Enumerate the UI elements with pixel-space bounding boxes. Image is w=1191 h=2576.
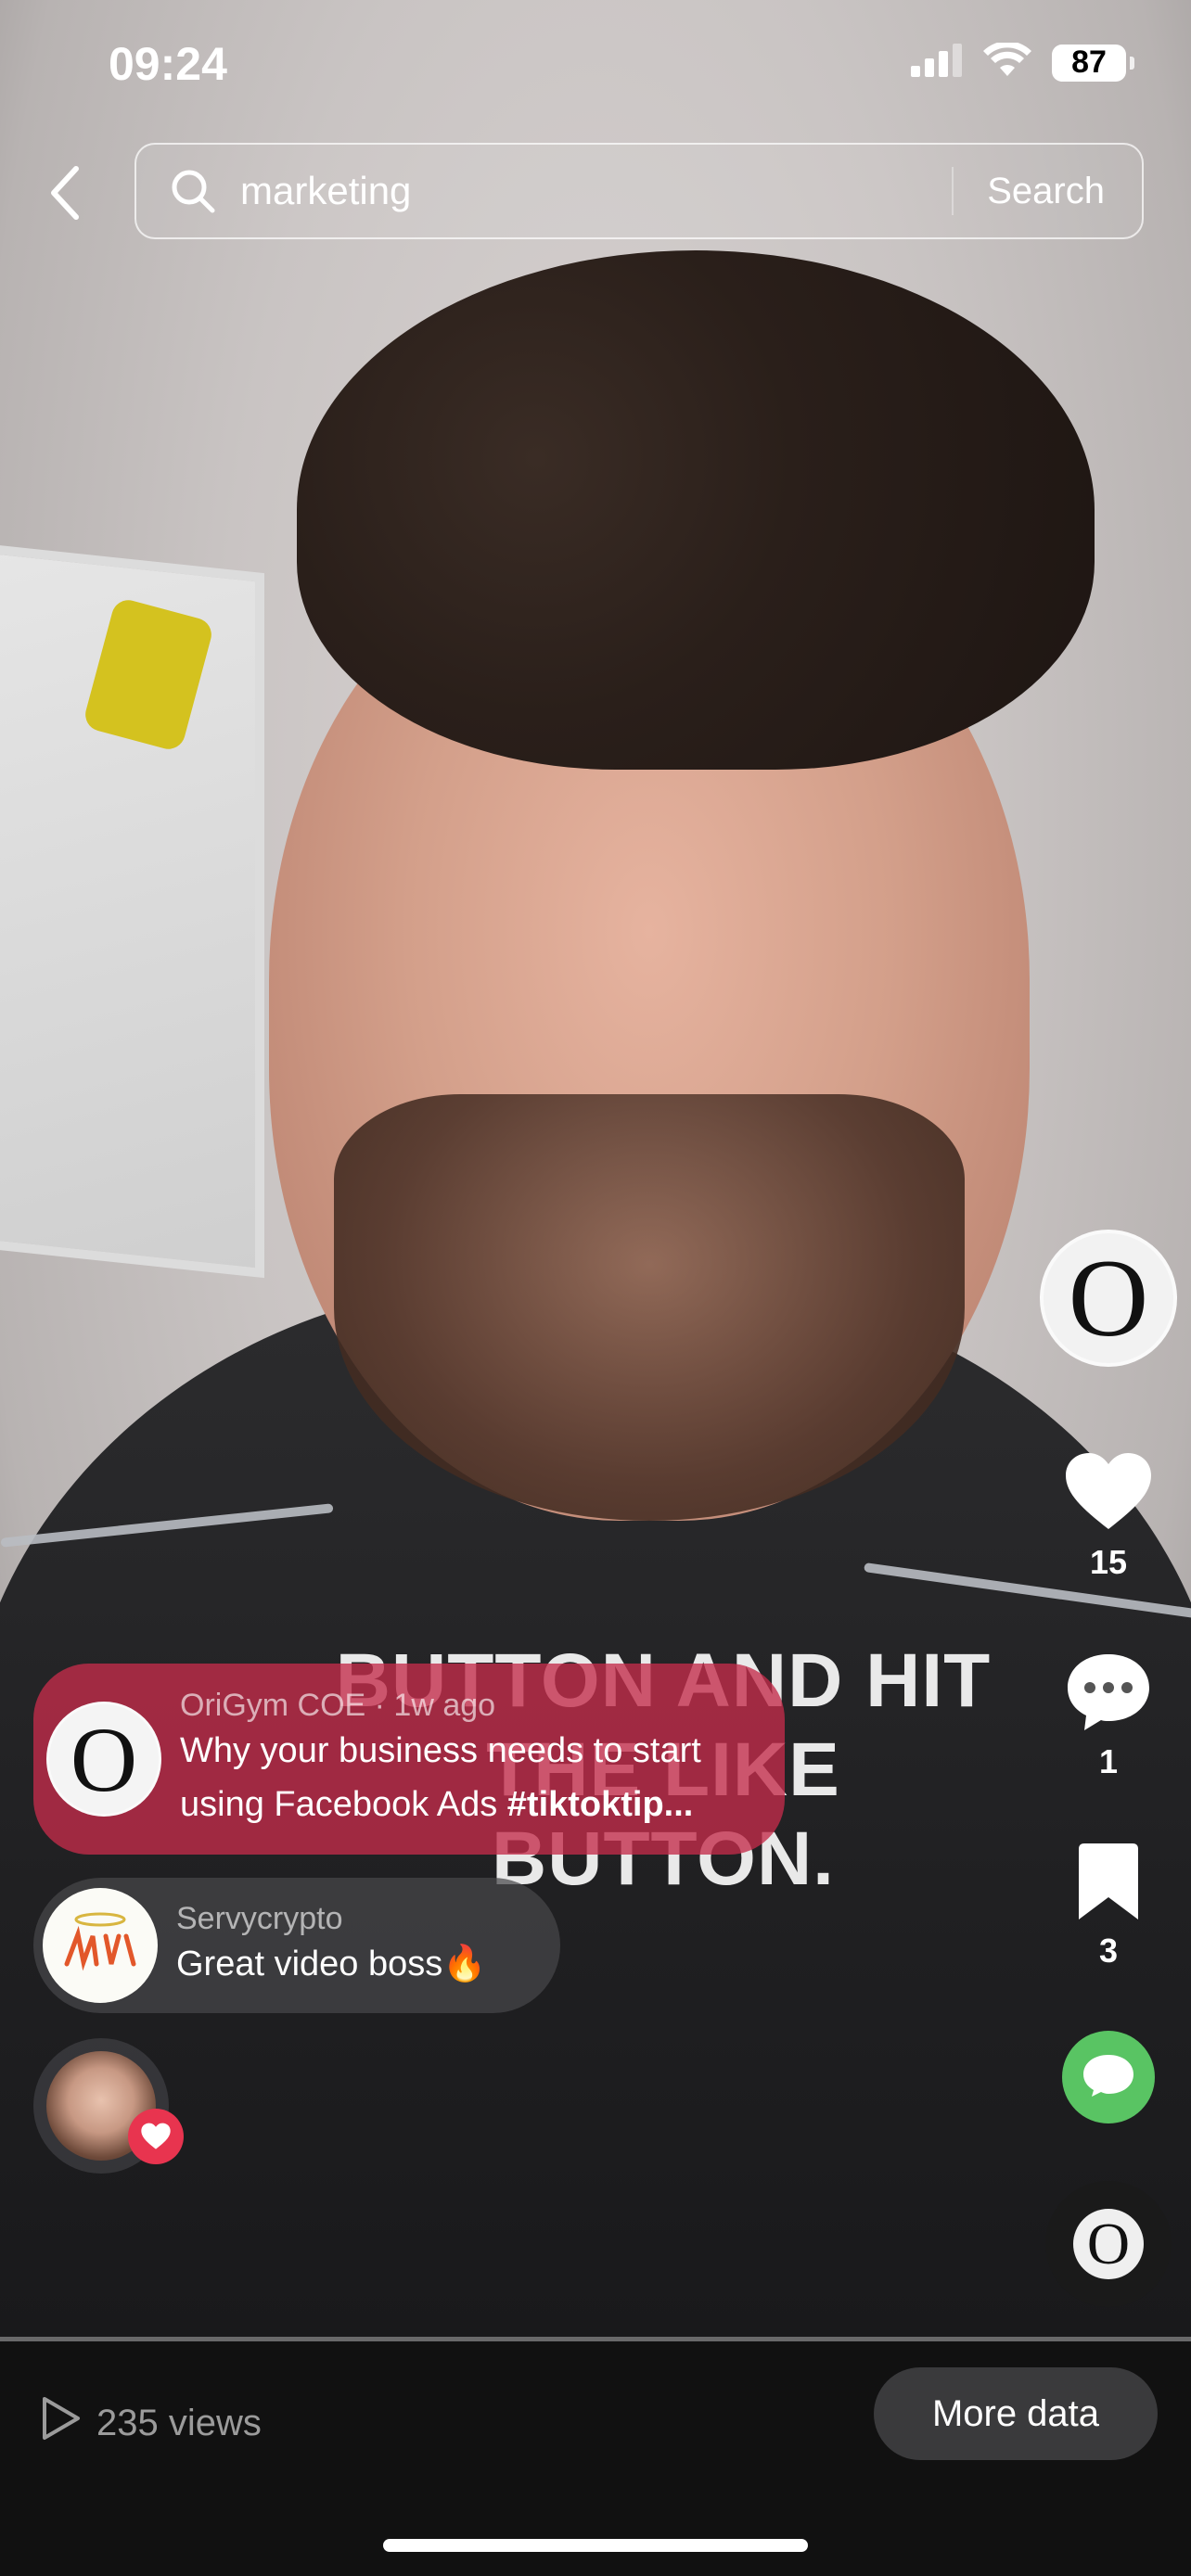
save-action[interactable]: 3 (1034, 1842, 1183, 1970)
more-data-button[interactable]: More data (874, 2367, 1158, 2460)
like-action[interactable]: 15 (1034, 1451, 1183, 1582)
comment-bubble[interactable]: Servycrypto Great video boss🔥 (33, 1878, 560, 2013)
wifi-icon (983, 41, 1031, 83)
pinned-comment-bubble[interactable]: O OriGym COE · 1w ago Why your business … (33, 1664, 785, 1855)
music-disc-button[interactable]: O (1034, 2181, 1183, 2307)
comment-avatar[interactable] (43, 1888, 158, 2003)
search-button[interactable]: Search (954, 171, 1142, 212)
home-indicator[interactable] (383, 2539, 808, 2552)
comment-text: Servycrypto Great video boss🔥 (176, 1900, 487, 1991)
video-subject-hair (297, 250, 1095, 770)
status-icons: 87 (911, 41, 1134, 83)
heart-badge-icon (141, 2123, 171, 2149)
share-icon (1081, 2052, 1136, 2103)
views-count: 235 views (41, 2395, 262, 2451)
music-disc-label: O (1073, 2209, 1144, 2279)
save-count: 3 (1098, 1932, 1119, 1970)
pinned-comment-author: OriGym COE · 1w ago (180, 1688, 496, 1723)
pinned-comment-line-2-text: using Facebook Ads (180, 1785, 507, 1824)
servycrypto-logo-icon (64, 1912, 136, 1971)
play-icon (41, 2395, 82, 2451)
comment-action[interactable]: 1 (1034, 1651, 1183, 1781)
like-count: 15 (1089, 1543, 1128, 1581)
views-label: 235 views (96, 2402, 262, 2443)
comment-body: Great video boss🔥 (176, 1945, 487, 1983)
search-bar[interactable]: marketing Search (134, 143, 1144, 239)
back-button[interactable] (37, 162, 93, 227)
back-icon (48, 165, 82, 225)
signal-icon (911, 44, 963, 82)
pinned-comment-avatar[interactable]: O (46, 1702, 161, 1817)
share-button[interactable] (1062, 2031, 1155, 2123)
pinned-comment-text: OriGym COE · 1w ago Why your business ne… (180, 1687, 701, 1831)
pinned-comment-line-2: using Facebook Ads #tiktoktip... (180, 1778, 701, 1831)
pinned-comment-line-1: Why your business needs to start (180, 1731, 701, 1770)
comment-count: 1 (1098, 1742, 1119, 1780)
creator-avatar[interactable]: O (1040, 1230, 1177, 1367)
comment-icon[interactable] (1064, 1654, 1153, 1736)
search-input[interactable]: marketing (240, 169, 952, 213)
comment-author: Servycrypto (176, 1901, 343, 1936)
status-bar: 09:24 87 (0, 0, 1191, 139)
music-disc[interactable]: O (1045, 2181, 1172, 2307)
battery-indicator: 87 (1052, 44, 1134, 82)
share-action[interactable] (1034, 2031, 1183, 2123)
status-time: 09:24 (109, 38, 227, 90)
video-subject-beard (334, 1094, 965, 1521)
bookmark-icon[interactable] (1073, 1843, 1144, 1925)
liker-avatar[interactable] (33, 2038, 184, 2174)
heart-badge (128, 2109, 184, 2164)
hashtag-link[interactable]: #tiktoktip... (507, 1785, 694, 1824)
creator-avatar-button[interactable]: O (1034, 1230, 1183, 1367)
heart-icon[interactable] (1064, 1453, 1153, 1537)
search-icon (170, 166, 220, 216)
